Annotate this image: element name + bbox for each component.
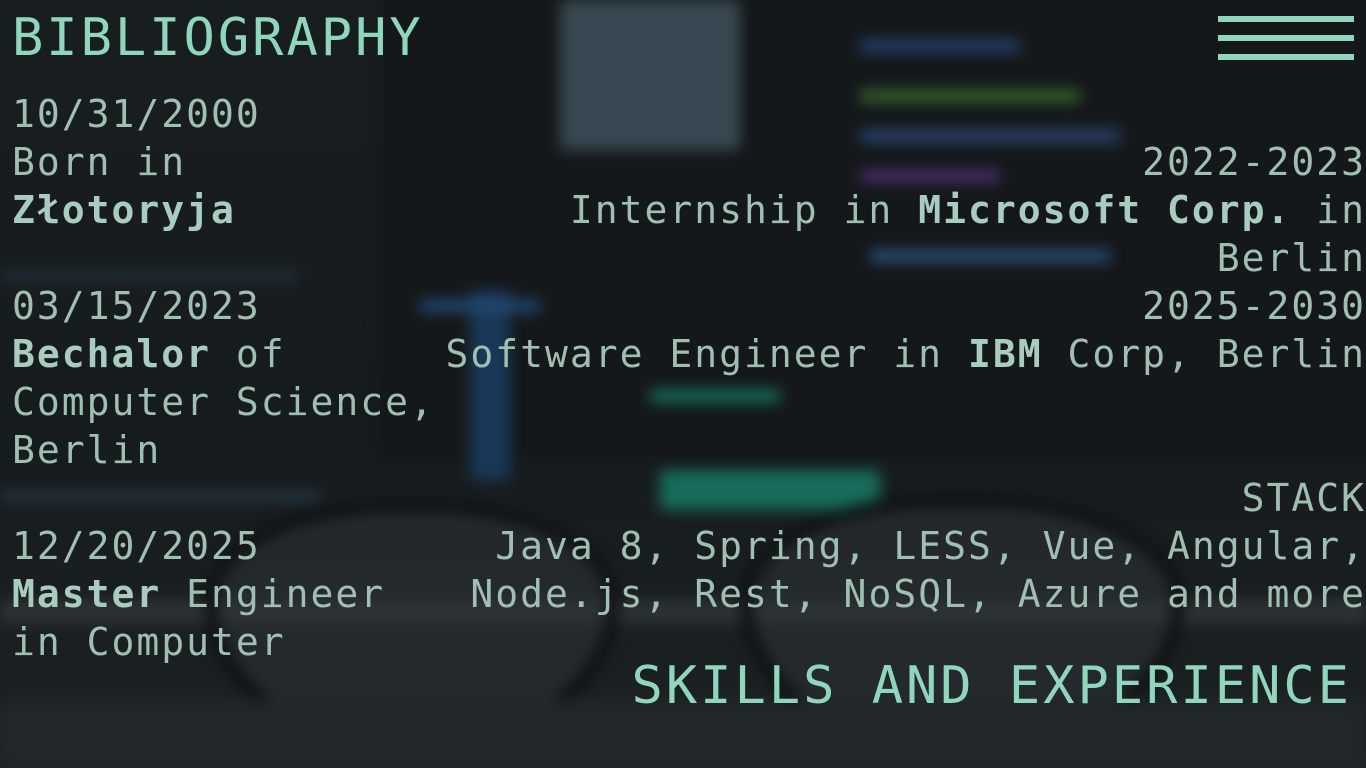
menu-bar-bottom xyxy=(1218,54,1354,60)
master-degree: Master xyxy=(12,572,162,616)
stack-line-2: Node.js, Rest, NoSQL, Azure and more xyxy=(470,572,1366,616)
master-field: in Computer xyxy=(12,620,286,664)
experience-2-prefix: Software Engineer in xyxy=(445,332,968,376)
menu-bar-top xyxy=(1218,16,1354,22)
experience-1-role: Internship in Microsoft Corp. in xyxy=(570,186,1366,234)
bachelor-city: Berlin xyxy=(12,428,162,472)
stack-title: STACK xyxy=(1241,476,1366,520)
experience-1-prefix: Internship in xyxy=(569,188,919,232)
experience-2-role: Software Engineer in IBM Corp, Berlin xyxy=(446,330,1366,378)
hamburger-menu-icon[interactable] xyxy=(1218,16,1354,60)
birth-date: 10/31/2000 xyxy=(12,92,261,136)
bachelor-field: Computer Science, xyxy=(12,380,435,424)
bachelor-degree-line: Bechalor of xyxy=(12,330,286,378)
skills-experience-title: SKILLS AND EXPERIENCE xyxy=(631,656,1352,716)
bachelor-degree: Bechalor xyxy=(12,332,212,376)
bibliography-title: BIBLIOGRAPHY xyxy=(12,8,424,68)
master-degree-line: Master Engineer xyxy=(12,570,385,618)
stack-line-1: Java 8, Spring, LESS, Vue, Angular, xyxy=(495,524,1366,568)
experience-2-suffix: Corp, Berlin xyxy=(1042,332,1366,376)
bachelor-of: of xyxy=(211,332,286,376)
master-rest: Engineer xyxy=(161,572,386,616)
birth-city: Złotoryja xyxy=(12,188,236,232)
experience-2-company: IBM xyxy=(967,332,1043,376)
experience-1-city: Berlin xyxy=(1216,236,1366,280)
experience-1-company: Microsoft Corp. xyxy=(918,188,1292,232)
experience-2-years: 2025-2030 xyxy=(1142,284,1366,328)
menu-bar-middle xyxy=(1218,35,1354,41)
bachelor-date: 03/15/2023 xyxy=(12,284,261,328)
birth-prefix: Born in xyxy=(12,140,187,184)
experience-1-suffix: in xyxy=(1291,188,1366,232)
master-date: 12/20/2025 xyxy=(12,524,261,568)
experience-1-years: 2022-2023 xyxy=(1142,140,1366,184)
